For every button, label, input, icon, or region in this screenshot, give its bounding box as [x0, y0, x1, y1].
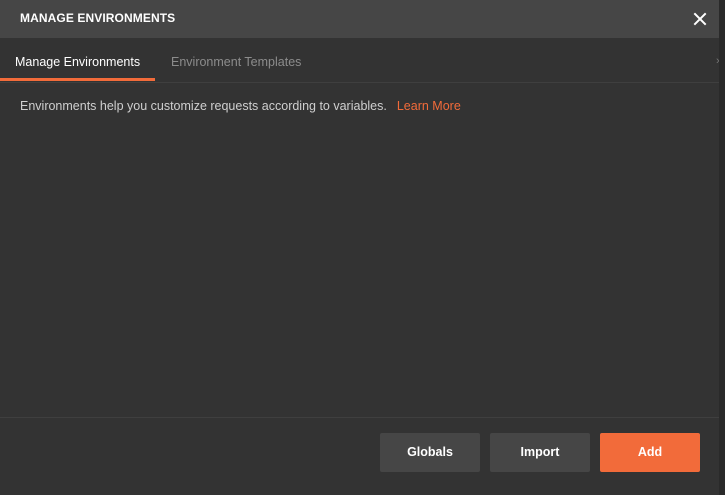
close-icon: [693, 12, 707, 26]
modal-title: MANAGE ENVIRONMENTS: [20, 11, 176, 25]
modal-header: MANAGE ENVIRONMENTS: [0, 0, 719, 38]
add-button[interactable]: Add: [600, 433, 700, 472]
learn-more-link[interactable]: Learn More: [397, 99, 461, 113]
close-button[interactable]: [690, 9, 710, 29]
globals-button[interactable]: Globals: [380, 433, 480, 472]
environments-info: Environments help you customize requests…: [20, 99, 461, 113]
tab-environment-templates[interactable]: Environment Templates: [156, 38, 316, 80]
tab-bar: Manage Environments Environment Template…: [0, 38, 719, 83]
import-button[interactable]: Import: [490, 433, 590, 472]
footer-divider: [0, 417, 719, 418]
window-edge: [719, 0, 725, 495]
environments-info-text: Environments help you customize requests…: [20, 99, 387, 113]
manage-environments-modal: MANAGE ENVIRONMENTS Manage Environments …: [0, 0, 725, 495]
tab-manage-environments[interactable]: Manage Environments: [0, 38, 156, 81]
